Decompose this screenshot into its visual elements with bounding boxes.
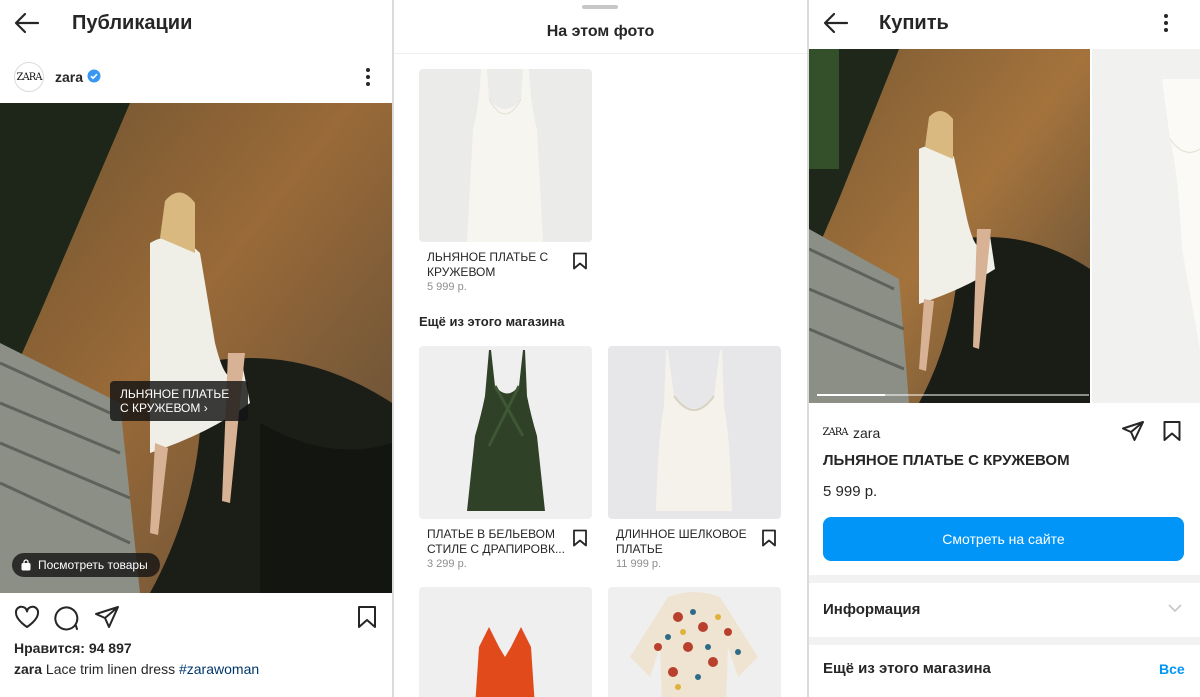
product-image[interactable] [419,346,592,519]
product-name[interactable]: ДЛИННОЕ ШЕЛКОВОЕ ПЛАТЬЕ [616,527,756,557]
buy-panel: Купить ZARA zara ЛЬНЯНОЕ ПЛАТЬЕ С КРУЖЕВ… [809,0,1200,697]
product-carousel-next-image[interactable] [1092,49,1200,403]
share-send-icon[interactable] [1121,420,1145,442]
view-on-website-button[interactable]: Смотреть на сайте [823,517,1184,561]
zara-logo: ZARA [822,426,849,438]
tagged-products-sheet: На этом фото ЛЬНЯНОЕ ПЛАТЬЕ С КРУЖЕВОМ 5… [394,0,807,697]
product-image[interactable] [419,69,592,242]
zara-logo: ZARA [16,71,43,83]
caption-hashtag[interactable]: #zarawoman [179,661,259,677]
see-all-link[interactable]: Все [1159,661,1185,677]
post-panel: Публикации ZARA zara ЛЬНЯНОЕ ПЛАТЬЕ С КР… [0,0,392,697]
back-arrow-icon[interactable] [823,12,849,34]
product-price: 3 299 р. [427,558,467,570]
product-tag[interactable]: ЛЬНЯНОЕ ПЛАТЬЕ С КРУЖЕВОМ › [110,381,248,421]
sheet-title: На этом фото [546,23,655,40]
save-bookmark-icon[interactable] [572,529,588,547]
section-separator [809,575,1200,583]
page-title: Купить [879,12,949,34]
view-products-button[interactable]: Посмотреть товары [12,553,160,577]
more-from-shop-label: Ещё из этого магазина [419,314,565,329]
save-bookmark-icon[interactable] [356,605,378,629]
share-send-icon[interactable] [94,605,120,629]
more-options-icon[interactable] [1158,12,1174,34]
comment-icon[interactable] [53,605,79,631]
product-tag-label: ЛЬНЯНОЕ ПЛАТЬЕ С КРУЖЕВОМ [120,387,230,415]
chevron-down-icon[interactable] [1167,602,1183,614]
product-carousel-image[interactable] [809,49,1090,403]
post-caption: zara Lace trim linen dress #zarawoman [14,661,259,677]
carousel-progress-fill [817,394,885,396]
save-bookmark-icon[interactable] [572,252,588,270]
product-price: 5 999 р. [427,281,467,293]
username[interactable]: zara [55,69,83,85]
caption-username[interactable]: zara [14,661,42,677]
like-heart-icon[interactable] [14,605,40,629]
product-name[interactable]: ЛЬНЯНОЕ ПЛАТЬЕ С КРУЖЕВОМ [427,250,557,280]
product-image[interactable] [608,587,781,697]
back-arrow-icon[interactable] [14,12,40,34]
brand-logo[interactable]: ZARA [822,420,849,444]
more-options-icon[interactable] [360,66,376,88]
carousel-progress [817,394,1089,396]
chevron-right-icon: › [203,401,208,415]
more-from-shop-label: Ещё из этого магазина [823,660,991,677]
product-price: 11 999 р. [616,558,662,570]
sheet-header-divider [394,53,807,54]
post-photo[interactable] [0,103,392,593]
product-price: 5 999 р. [823,483,878,500]
product-name: ЛЬНЯНОЕ ПЛАТЬЕ С КРУЖЕВОМ [823,452,1070,469]
save-bookmark-icon[interactable] [761,529,777,547]
avatar[interactable]: ZARA [14,62,44,92]
product-image[interactable] [608,346,781,519]
verified-badge-icon [87,69,101,83]
view-products-label: Посмотреть товары [38,558,148,572]
section-separator [809,637,1200,645]
save-bookmark-icon[interactable] [1162,420,1182,442]
product-image[interactable] [419,587,592,697]
product-name[interactable]: ПЛАТЬЕ В БЕЛЬЕВОМ СТИЛЕ С ДРАПИРОВК... [427,527,567,557]
likes-count[interactable]: Нравится: 94 897 [14,640,132,656]
shopping-bag-icon [20,559,32,571]
brand-name[interactable]: zara [853,425,880,441]
screen: Публикации ZARA zara ЛЬНЯНОЕ ПЛАТЬЕ С КР… [0,0,1200,697]
info-label[interactable]: Информация [823,601,920,618]
sheet-drag-handle[interactable] [582,5,618,9]
caption-text: Lace trim linen dress [42,661,179,677]
page-title: Публикации [72,12,193,34]
